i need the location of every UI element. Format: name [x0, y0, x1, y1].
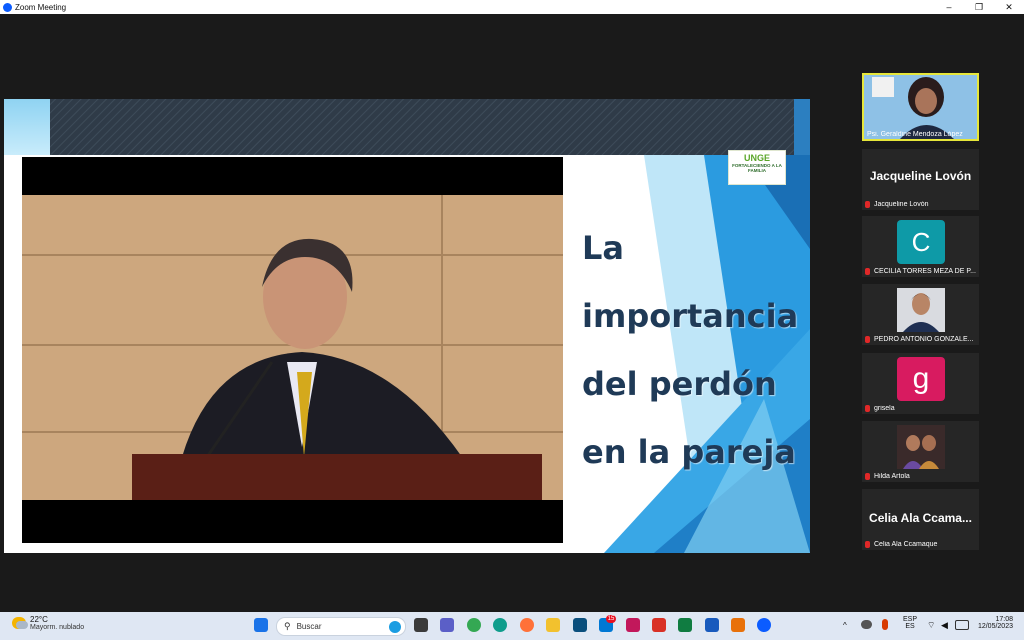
taskbar-search[interactable]: ⚲ Buscar	[276, 617, 406, 636]
participant-tile[interactable]: g grisela	[862, 353, 979, 414]
show-hidden-icons-chevron-icon[interactable]: ^	[843, 621, 847, 630]
participant-display-name: Jacqueline Lovón	[869, 169, 972, 183]
participant-name: Hilda Artola	[865, 473, 977, 480]
slide-logo-subtitle: FORTALECIENDO A LA FAMILIA	[732, 163, 782, 173]
zoom-taskbar-icon[interactable]	[757, 618, 771, 632]
presenter-video-frame	[22, 195, 563, 500]
meeting-stage: UNGE FORTALECIENDO A LA FAMILIA La impor…	[0, 14, 1024, 612]
participant-photo	[897, 425, 945, 469]
zoom-logo-icon	[3, 2, 12, 12]
search-placeholder: Buscar	[296, 622, 322, 631]
close-button[interactable]: ✕	[994, 0, 1024, 14]
mic-muted-icon	[865, 336, 870, 343]
mic-muted-icon	[865, 201, 870, 208]
participant-name: CECILIA TORRES MEZA DE P...	[865, 268, 977, 275]
clock-time: 17:08	[995, 616, 1013, 623]
participant-name: Celia Ala Ccamaque	[865, 541, 977, 548]
file-explorer-icon[interactable]	[546, 618, 560, 632]
shared-screen[interactable]: UNGE FORTALECIENDO A LA FAMILIA La impor…	[4, 99, 810, 553]
participant-avatar: C	[897, 220, 945, 264]
mic-muted-icon	[865, 541, 870, 548]
participant-tile[interactable]: Celia Ala Ccama... Celia Ala Ccamaque	[862, 489, 979, 550]
weather-temperature: 22°C	[30, 615, 48, 624]
notepad-icon[interactable]	[678, 618, 692, 632]
mic-muted-icon	[865, 405, 870, 412]
participant-name: Jacqueline Lovón	[865, 201, 977, 208]
chrome-icon[interactable]	[467, 618, 481, 632]
sync-app-icon[interactable]	[652, 618, 666, 632]
participant-name: PEDRO ANTONIO GONZALE...	[865, 336, 977, 343]
bing-icon	[389, 620, 401, 633]
clock-date: 12/05/2023	[977, 623, 1013, 630]
task-view-icon[interactable]	[414, 618, 428, 632]
window-title: Zoom Meeting	[15, 2, 67, 12]
participant-name: Psi. Geraldine Mendoza López	[867, 131, 963, 138]
mic-muted-icon	[865, 268, 870, 275]
onedrive-icon[interactable]	[861, 620, 872, 629]
participant-photo	[897, 288, 945, 332]
slide-logo: UNGE FORTALECIENDO A LA FAMILIA	[728, 150, 786, 185]
title-bar: Zoom Meeting – ❐ ✕	[0, 0, 1024, 14]
snipping-tool-icon[interactable]	[731, 618, 745, 632]
participant-display-name: Celia Ala Ccama...	[869, 511, 972, 525]
mic-muted-icon	[865, 473, 870, 480]
cloudy-weather-icon	[12, 617, 28, 629]
store-icon[interactable]	[573, 618, 587, 632]
minimize-button[interactable]: –	[934, 0, 964, 14]
search-icon: ⚲	[284, 621, 291, 631]
slide-title: La importancia del perdón en la pareja	[582, 229, 799, 471]
battery-icon[interactable]	[955, 620, 969, 630]
wifi-icon[interactable]: ⌔	[927, 620, 935, 631]
weather-description: Mayorm. nublado	[30, 624, 85, 631]
participant-avatar: g	[897, 357, 945, 401]
volume-icon[interactable]: ◀	[941, 620, 948, 631]
app-icon[interactable]	[626, 618, 640, 632]
weather-widget[interactable]: 22°C Mayorm. nublado	[12, 615, 84, 631]
microphone-icon[interactable]	[882, 619, 888, 630]
windows-start-icon[interactable]	[254, 618, 268, 632]
participant-tile-active-speaker[interactable]: Psi. Geraldine Mendoza López	[862, 73, 979, 141]
participant-video	[864, 75, 977, 139]
participant-tile[interactable]: Jacqueline Lovón Jacqueline Lovón	[862, 149, 979, 210]
restore-button[interactable]: ❐	[964, 0, 994, 14]
clock[interactable]: 17:08 12/05/2023	[975, 616, 1013, 630]
language-indicator[interactable]: ESP ES	[903, 616, 917, 630]
participant-tile[interactable]: Hilda Artola	[862, 421, 979, 482]
participant-name: grisela	[865, 405, 977, 412]
firefox-icon[interactable]	[520, 618, 534, 632]
presenter-video	[22, 157, 563, 543]
participant-tile[interactable]: C CECILIA TORRES MEZA DE P...	[862, 216, 979, 277]
taskbar: 22°C Mayorm. nublado ⚲ Buscar 15 ^ ESP E…	[0, 612, 1024, 640]
chat-icon[interactable]	[440, 618, 454, 632]
window-controls: – ❐ ✕	[934, 0, 1024, 14]
participant-tile[interactable]: PEDRO ANTONIO GONZALE...	[862, 284, 979, 345]
mail-badge: 15	[606, 615, 616, 623]
edge-icon[interactable]	[493, 618, 507, 632]
word-icon[interactable]	[705, 618, 719, 632]
slide-logo-text: UNGE	[743, 153, 770, 163]
